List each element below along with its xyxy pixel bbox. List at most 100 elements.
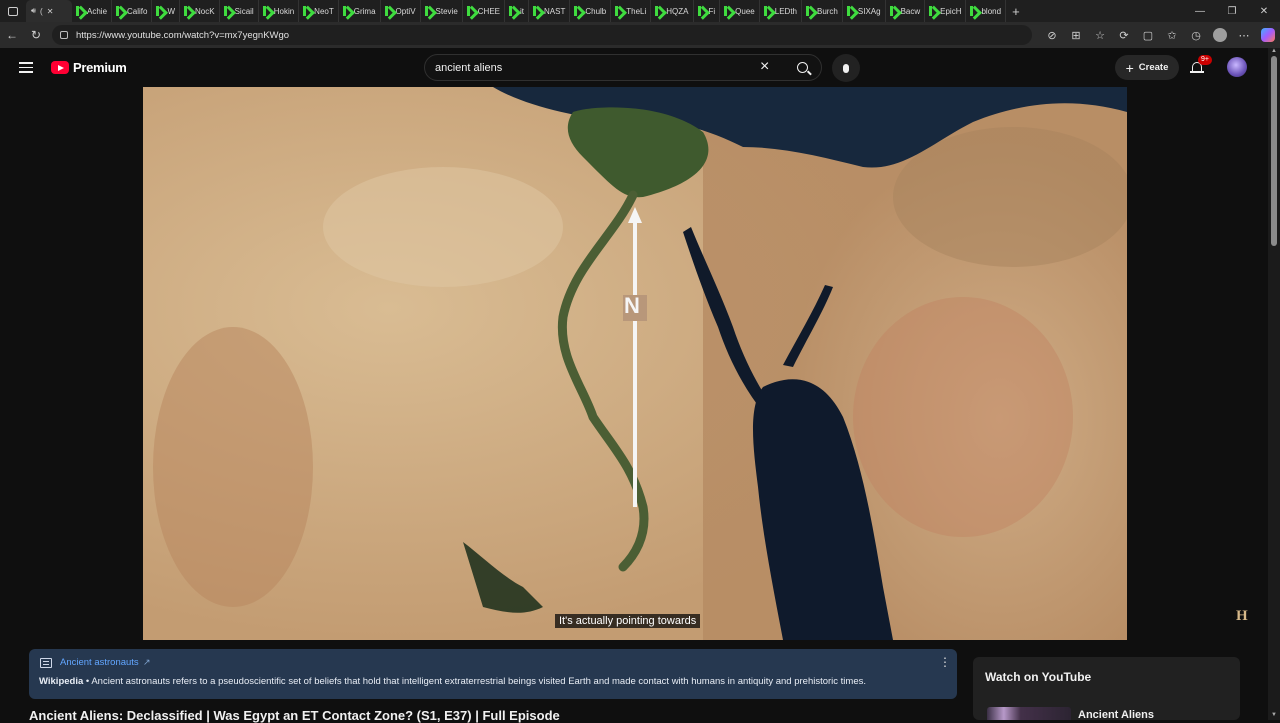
browser-tab[interactable]: Sicail (220, 0, 259, 22)
tab-label: Burch (816, 6, 838, 16)
watch-panel-title: Watch on YouTube (985, 670, 1092, 684)
account-avatar[interactable] (1227, 57, 1247, 77)
kick-favicon-icon (509, 6, 517, 16)
browser-tab[interactable]: Hokin (259, 0, 300, 22)
scrollbar-thumb[interactable] (1271, 56, 1277, 246)
browser-tab[interactable]: TheLi (611, 0, 652, 22)
youtube-logo[interactable]: Premium (51, 60, 127, 75)
browser-tab[interactable]: Achie (72, 0, 113, 22)
kick-favicon-icon (929, 6, 937, 16)
tab-label: Califo (127, 6, 148, 16)
browser-tab-strip: 🔊︎ ( ✕ Achie Califo W NocK Sicail Hokin NeoT Gr… (0, 0, 1280, 22)
info-panel-title[interactable]: Ancient astronauts (60, 657, 139, 668)
back-button[interactable]: ← (0, 23, 24, 47)
kick-favicon-icon (805, 6, 814, 16)
favorites-icon[interactable]: ✩ (1160, 29, 1184, 42)
profile-icon[interactable] (1208, 28, 1232, 42)
info-description: • Ancient astronauts refers to a pseudos… (83, 676, 867, 687)
kick-favicon-icon (303, 6, 311, 16)
extensions-icon[interactable]: ⟳ (1112, 29, 1136, 42)
favorite-star-icon[interactable]: ☆ (1088, 29, 1112, 42)
browser-tab[interactable]: NAST (529, 0, 571, 22)
kick-favicon-icon (889, 6, 898, 16)
video-frame-map (143, 87, 1127, 640)
kick-favicon-icon (970, 6, 978, 16)
kick-favicon-icon (384, 6, 393, 16)
tab-label: NocK (195, 6, 215, 16)
scroll-up-icon[interactable]: ▲ (1271, 48, 1277, 54)
browser-tab[interactable]: NocK (180, 0, 220, 22)
kick-favicon-icon (655, 6, 663, 16)
browser-tab[interactable]: Fi (694, 0, 721, 22)
site-info-icon[interactable] (60, 31, 68, 39)
tab-label: Bacw (900, 6, 921, 16)
external-link-icon[interactable]: ↗ (143, 657, 151, 668)
browser-tab[interactable]: Quee (720, 0, 760, 22)
clear-search-icon[interactable]: × (760, 59, 769, 75)
tab-label: ( (40, 6, 43, 16)
browser-tab[interactable]: it (505, 0, 529, 22)
browser-tab[interactable]: NeoT (299, 0, 339, 22)
browser-tab[interactable]: Burch (802, 0, 843, 22)
browser-tab[interactable]: Califo (112, 0, 153, 22)
close-tab-icon[interactable]: ✕ (47, 7, 54, 16)
browser-tab[interactable]: CHEE (463, 0, 505, 22)
menu-icon[interactable] (19, 62, 33, 73)
close-window-button[interactable]: ✕ (1248, 0, 1280, 22)
copilot-icon[interactable] (1256, 28, 1280, 42)
url-field[interactable]: https://www.youtube.com/watch?v=mx7yegnK… (52, 25, 1032, 45)
browser-tab[interactable]: Chulb (570, 0, 612, 22)
browser-tab[interactable]: W (152, 0, 181, 22)
tab-active[interactable]: 🔊︎ ( ✕ (26, 0, 72, 22)
history-icon[interactable]: ◷ (1184, 29, 1208, 42)
notification-badge: 9+ (1198, 55, 1212, 65)
page-scrollbar[interactable]: ▲ ▼ (1268, 48, 1280, 720)
browser-tab[interactable]: OptiV (381, 0, 421, 22)
kick-favicon-icon (116, 6, 124, 16)
tab-label: SIXAg (857, 6, 881, 16)
browser-tab[interactable]: Bacw (886, 0, 926, 22)
more-options-icon[interactable]: ⋮ (939, 656, 951, 668)
reload-button[interactable]: ↻ (24, 23, 48, 47)
tab-label: HQZA (666, 6, 689, 16)
speaker-icon[interactable]: 🔊︎ (31, 6, 36, 16)
browser-tab[interactable]: EpicH (925, 0, 967, 22)
browser-tab[interactable]: Grima (339, 0, 381, 22)
settings-more-icon[interactable]: ⋯ (1232, 29, 1256, 42)
tab-actions-icon[interactable] (0, 0, 26, 22)
voice-search-button[interactable] (832, 54, 860, 82)
info-source[interactable]: Wikipedia (39, 676, 83, 687)
channel-watermark: H (1236, 608, 1248, 624)
minimize-button[interactable]: — (1184, 0, 1216, 22)
browser-toolbar: ⊘ ⊞ ☆ ⟳ ▢ ✩ ◷ ⋯ (1040, 22, 1280, 48)
browser-tab[interactable]: HQZA (651, 0, 694, 22)
search-button[interactable] (789, 54, 816, 81)
browser-tab[interactable]: blond (966, 0, 1007, 22)
tab-label: Chulb (585, 6, 607, 16)
new-tab-button[interactable]: + (1012, 4, 1020, 19)
browser-tab[interactable]: LEDth (760, 0, 802, 22)
restore-button[interactable]: ❐ (1216, 0, 1248, 22)
video-player[interactable]: N (143, 87, 1127, 640)
search-icon (797, 62, 808, 73)
youtube-header: Premium ancient aliens × + Create 9+ (0, 48, 1268, 88)
article-icon (40, 658, 52, 668)
browser-tab[interactable]: SIXAg (843, 0, 886, 22)
translate-icon[interactable]: ⊘ (1040, 29, 1064, 42)
scroll-down-icon[interactable]: ▼ (1271, 712, 1277, 718)
tab-label: NAST (544, 6, 566, 16)
kick-favicon-icon (342, 6, 351, 16)
tab-label: Hokin (273, 6, 295, 16)
watch-item-title[interactable]: Ancient Aliens (1078, 709, 1154, 721)
plus-icon: + (1125, 59, 1134, 76)
create-button[interactable]: + Create (1115, 55, 1179, 80)
kick-favicon-icon (724, 6, 732, 16)
video-thumbnail[interactable] (987, 707, 1071, 720)
browser-tab[interactable]: Stevie (421, 0, 463, 22)
split-screen-icon[interactable]: ▢ (1136, 29, 1160, 42)
app-available-icon[interactable]: ⊞ (1064, 29, 1088, 42)
kick-favicon-icon (846, 6, 855, 16)
kick-favicon-icon (697, 6, 706, 16)
kick-favicon-icon (615, 6, 623, 16)
microphone-icon (843, 63, 849, 73)
